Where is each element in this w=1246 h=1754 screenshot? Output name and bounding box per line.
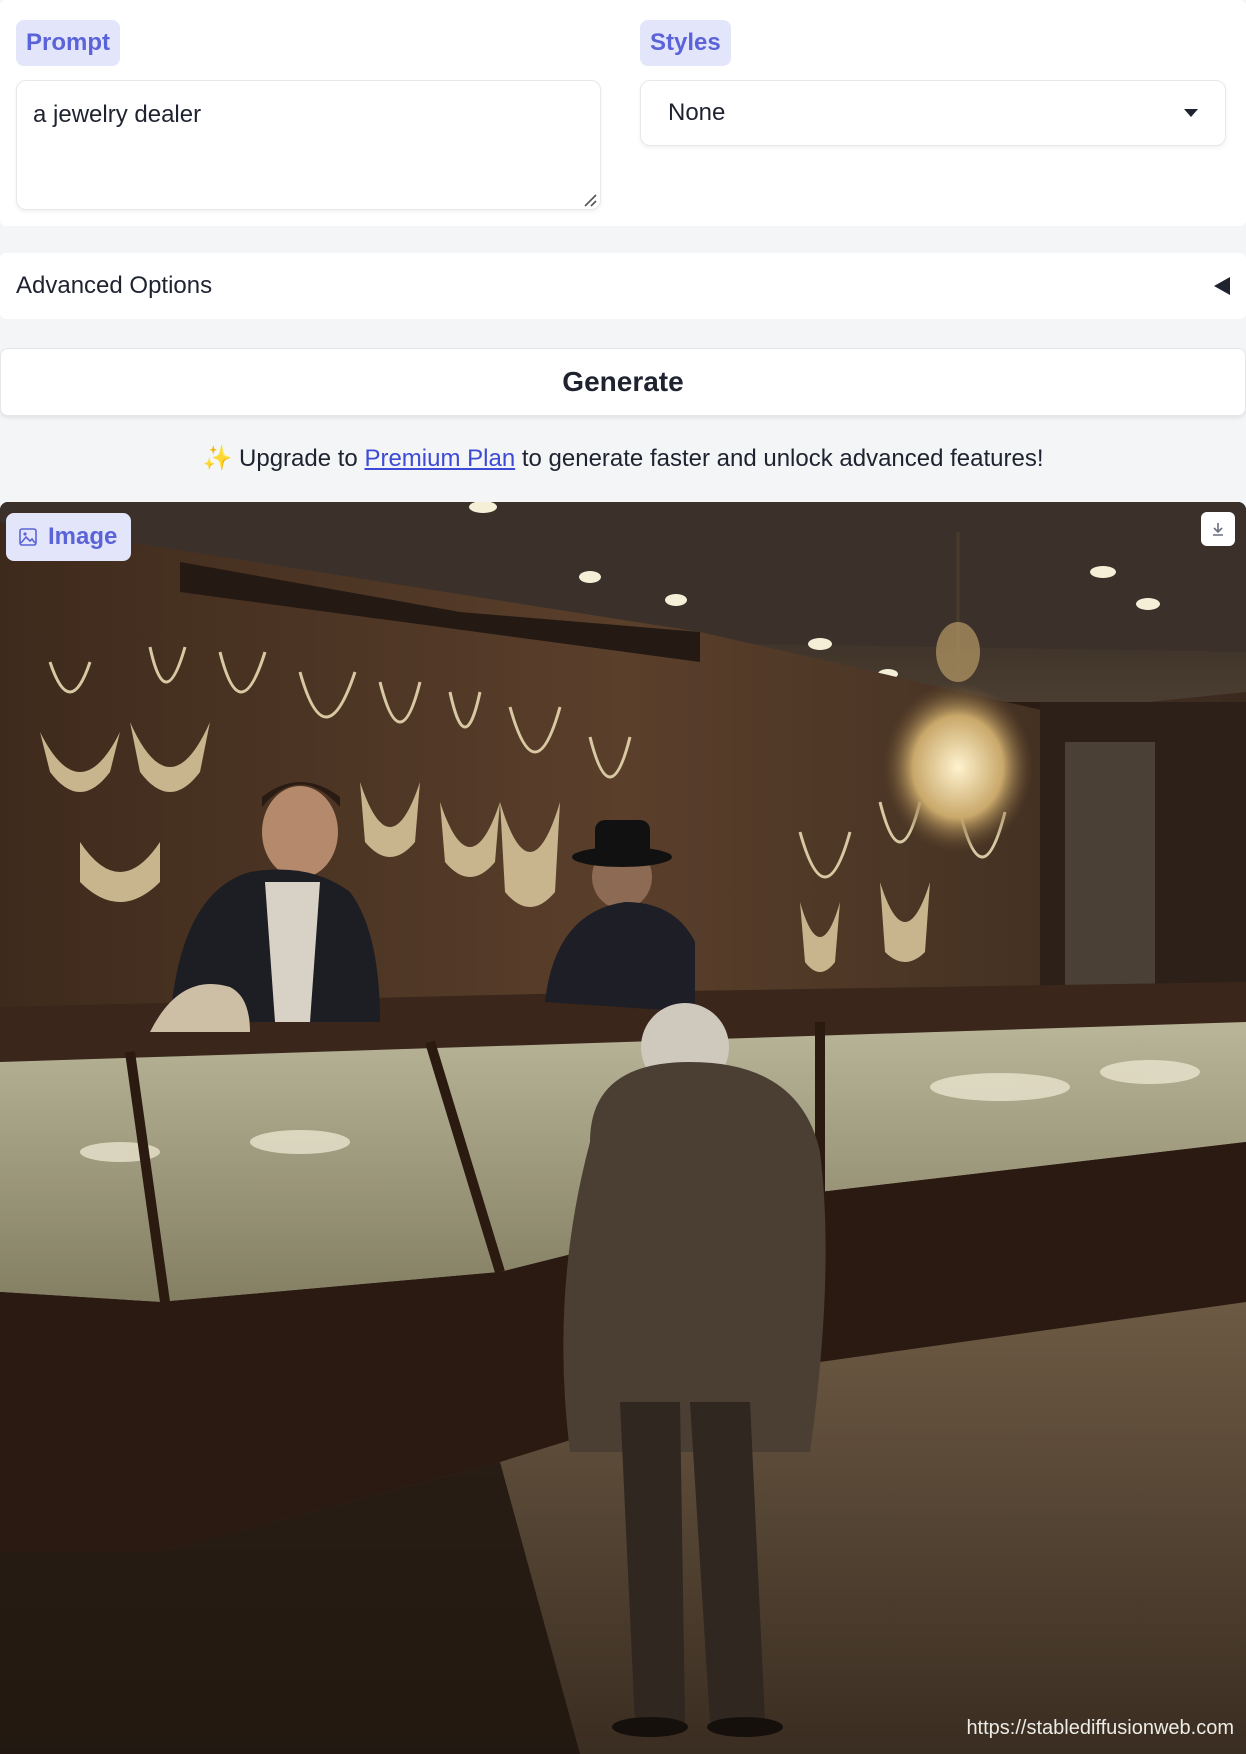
- generate-button[interactable]: Generate: [0, 348, 1246, 416]
- input-panel: Prompt Styles None: [0, 0, 1246, 226]
- image-label: Image: [48, 523, 118, 550]
- image-label-badge: Image: [6, 513, 132, 561]
- chevron-down-icon: [1184, 109, 1198, 117]
- resize-grip-icon[interactable]: [582, 192, 598, 208]
- watermark: https://stablediffusionweb.com: [966, 1717, 1234, 1739]
- styles-dropdown[interactable]: None: [640, 80, 1226, 146]
- upgrade-notice: ✨ Upgrade to Premium Plan to generate fa…: [0, 438, 1246, 480]
- collapse-arrow-icon: [1214, 277, 1230, 295]
- advanced-options-label: Advanced Options: [16, 272, 213, 299]
- prompt-field: Prompt: [16, 20, 601, 210]
- styles-label: Styles: [640, 20, 731, 66]
- download-icon: [1213, 523, 1223, 536]
- prompt-input[interactable]: [16, 80, 601, 210]
- premium-plan-link[interactable]: Premium Plan: [364, 445, 515, 472]
- image-icon: [19, 528, 37, 546]
- sparkle-icon: ✨: [202, 445, 233, 472]
- upgrade-prefix: Upgrade to: [239, 445, 358, 472]
- advanced-options-toggle[interactable]: Advanced Options: [0, 253, 1246, 319]
- output-image-panel: Image https://stablediffusionweb.com: [0, 502, 1246, 1754]
- styles-selected-value: None: [668, 99, 726, 126]
- generated-image: [0, 502, 1246, 1754]
- styles-field: Styles None: [640, 20, 1226, 146]
- prompt-label: Prompt: [16, 20, 120, 66]
- download-button[interactable]: [1201, 512, 1235, 546]
- upgrade-suffix: to generate faster and unlock advanced f…: [521, 445, 1044, 472]
